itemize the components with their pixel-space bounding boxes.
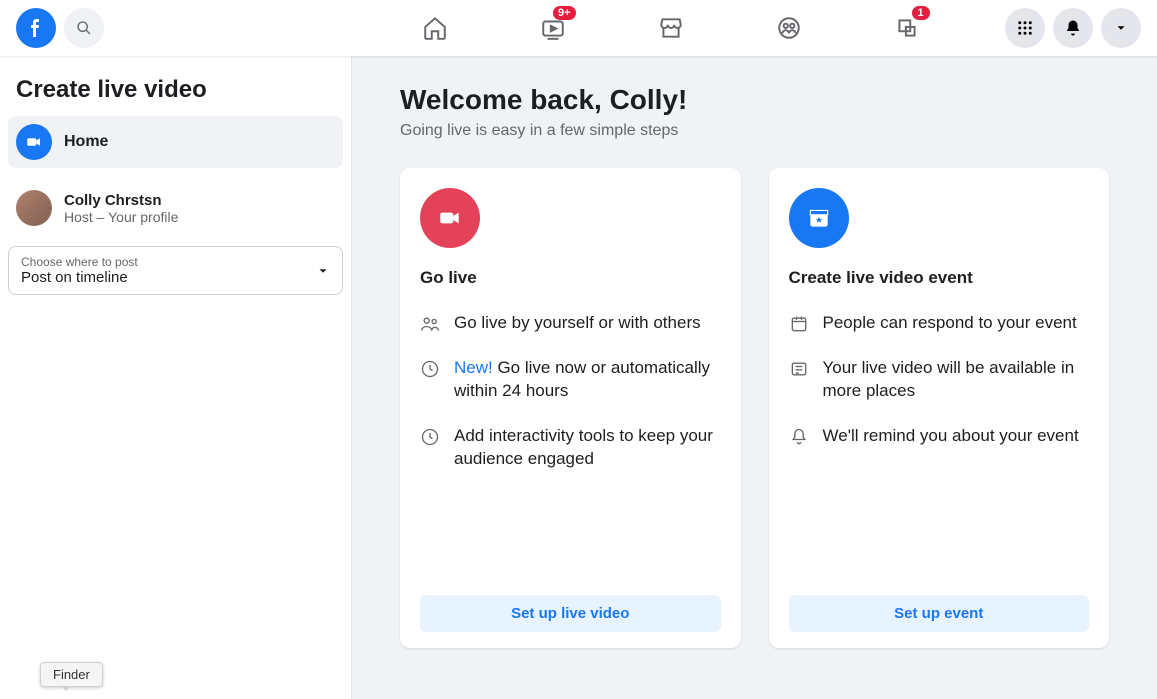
live-feat-1: Go live by yourself or with others [420, 312, 721, 335]
sidebar-title: Create live video [8, 72, 343, 116]
home-icon [422, 15, 448, 41]
chevron-down-icon [316, 264, 330, 278]
header-nav: 9+ 1 [336, 0, 1005, 56]
watch-badge: 9+ [553, 6, 576, 20]
post-select-value: Post on timeline [21, 269, 330, 286]
news-icon [789, 359, 809, 379]
live-feat-3: Add interactivity tools to keep your aud… [420, 425, 721, 471]
header-left [16, 8, 336, 48]
post-destination-select[interactable]: Choose where to post Post on timeline [8, 246, 343, 295]
top-header: 9+ 1 [0, 0, 1157, 56]
card-live-event: Create live video event People can respo… [769, 168, 1110, 648]
welcome-subtitle: Going live is easy in a few simple steps [400, 122, 1109, 140]
account-button[interactable] [1101, 8, 1141, 48]
caret-down-icon [1114, 21, 1128, 35]
main-content: Welcome back, Colly! Going live is easy … [352, 0, 1157, 699]
card-event-title: Create live video event [789, 268, 1090, 288]
bell-outline-icon [789, 427, 809, 447]
new-tag: New! [454, 358, 493, 377]
user-name: Colly Chrstsn [64, 192, 178, 209]
home-circle-icon [16, 124, 52, 160]
clock-icon [420, 359, 440, 379]
nav-watch[interactable]: 9+ [498, 0, 608, 56]
live-feat-2: New! Go live now or automatically within… [420, 357, 721, 403]
nav-groups[interactable] [734, 0, 844, 56]
sidebar-item-home[interactable]: Home [8, 116, 343, 168]
nav-home[interactable] [380, 0, 490, 56]
event-feat-2: Your live video will be available in mor… [789, 357, 1090, 403]
user-subtitle: Host – Your profile [64, 209, 178, 225]
gaming-badge: 1 [912, 6, 930, 20]
nav-marketplace[interactable] [616, 0, 726, 56]
card-go-live: Go live Go live by yourself or with othe… [400, 168, 741, 648]
clock-icon [420, 427, 440, 447]
marketplace-icon [658, 15, 684, 41]
menu-button[interactable] [1005, 8, 1045, 48]
notifications-button[interactable] [1053, 8, 1093, 48]
welcome-section: Welcome back, Colly! Going live is easy … [400, 84, 1109, 140]
nav-gaming[interactable]: 1 [852, 0, 962, 56]
sidebar: Create live video Home Colly Chrstsn Hos… [0, 56, 352, 699]
post-select-label: Choose where to post [21, 255, 330, 269]
grid-icon [1016, 19, 1034, 37]
header-right [1005, 8, 1141, 48]
event-icon [789, 188, 849, 248]
event-feat-3: We'll remind you about your event [789, 425, 1090, 448]
groups-icon [776, 15, 802, 41]
welcome-title: Welcome back, Colly! [400, 84, 1109, 116]
cards-row: Go live Go live by yourself or with othe… [400, 168, 1109, 648]
facebook-logo[interactable] [16, 8, 56, 48]
calendar-star-icon [806, 205, 832, 231]
video-icon [25, 133, 43, 151]
calendar-icon [789, 314, 809, 334]
people-icon [420, 314, 440, 334]
finder-tooltip: Finder [40, 662, 103, 687]
avatar [16, 190, 52, 226]
setup-event-button[interactable]: Set up event [789, 595, 1090, 632]
go-live-icon [420, 188, 480, 248]
card-live-title: Go live [420, 268, 721, 288]
event-feat-1: People can respond to your event [789, 312, 1090, 335]
setup-live-video-button[interactable]: Set up live video [420, 595, 721, 632]
sidebar-item-host[interactable]: Colly Chrstsn Host – Your profile [8, 182, 343, 234]
search-button[interactable] [64, 8, 104, 48]
bell-icon [1064, 19, 1082, 37]
video-icon [437, 205, 463, 231]
search-icon [76, 20, 92, 36]
sidebar-home-label: Home [64, 133, 108, 151]
